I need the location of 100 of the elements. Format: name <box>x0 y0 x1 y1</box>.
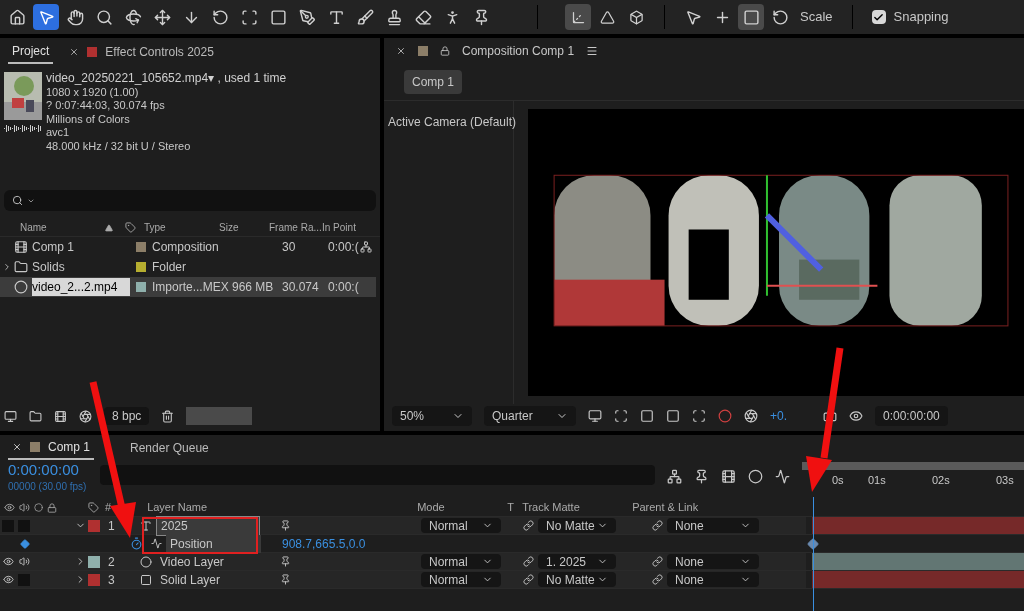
item-name: Solids <box>32 259 66 276</box>
matte-link-icon <box>523 556 534 567</box>
track-matte-dropdown[interactable]: No Matte <box>538 572 616 587</box>
menu-icon[interactable] <box>586 45 599 57</box>
timecode-field[interactable]: 0:00:00:00 <box>875 405 948 426</box>
search-icon <box>95 8 113 26</box>
column-header[interactable]: Type <box>140 220 219 235</box>
region-icon <box>692 408 706 423</box>
frame-info: 00000 (30.00 fps) <box>8 480 88 494</box>
square-icon <box>742 8 760 26</box>
axis-icon <box>570 9 586 25</box>
folder-icon <box>29 409 42 423</box>
column-header[interactable]: T <box>507 499 523 516</box>
item-type: Folder <box>152 259 187 276</box>
item-size: 966 MB <box>232 279 275 296</box>
resolution-dropdown[interactable]: Quarter <box>484 405 576 426</box>
panel-tab[interactable]: Render Queue <box>126 436 213 460</box>
search-field[interactable] <box>4 190 376 211</box>
rectangle-icon <box>269 8 287 26</box>
item-type: Importe...MEX <box>152 279 230 296</box>
project-row[interactable]: Solids Folder <box>0 257 376 277</box>
layer-name[interactable]: Solid Layer <box>156 570 260 589</box>
track-matte-dropdown[interactable]: 1. 2025 <box>538 554 616 569</box>
track-matte-dropdown[interactable]: No Matte <box>538 518 616 533</box>
column-header[interactable]: Parent & Link <box>632 499 763 516</box>
bit-depth-button[interactable]: 8 bpc <box>104 407 150 425</box>
item-name: video_2...2.mp4 <box>32 278 130 296</box>
column-header[interactable]: Name <box>0 220 105 235</box>
footage-info: avc1 <box>46 126 71 140</box>
parent-link-icon <box>652 556 663 567</box>
layer-number: 2 <box>107 553 116 571</box>
mode-dropdown[interactable]: Normal <box>421 518 501 533</box>
breadcrumb-button[interactable]: Comp 1 <box>404 70 463 94</box>
mode-dropdown[interactable]: Normal <box>421 572 501 587</box>
property-value[interactable]: 908.7,665.5,0.0 <box>282 534 366 553</box>
axis-icon <box>628 9 644 25</box>
footage-icon <box>140 555 152 568</box>
axis-mode-button[interactable] <box>565 4 591 30</box>
layer-name[interactable]: Video Layer <box>156 552 260 571</box>
pointer-icon <box>37 8 55 26</box>
footage-info: 1080 x 1920 (1.00) <box>46 85 140 99</box>
footage-info: Millions of Colors <box>46 112 131 126</box>
item-name: Comp 1 <box>32 239 76 256</box>
layer-search-field[interactable] <box>100 465 655 485</box>
snapping-checkbox[interactable] <box>871 10 886 24</box>
project-row[interactable]: Comp 1 Composition 30 0:00:( <box>0 237 376 257</box>
flowchart-icon <box>359 241 372 253</box>
text-icon <box>327 8 345 26</box>
panel-tab[interactable]: Project <box>8 40 54 64</box>
speaker-icon[interactable] <box>18 556 30 567</box>
column-header[interactable]: Size <box>219 220 269 235</box>
parent-dropdown[interactable]: None <box>667 518 759 533</box>
expand-icon <box>2 262 12 272</box>
snapshot-icon <box>849 408 863 423</box>
panel-tab[interactable]: Composition Comp 1 <box>462 42 575 60</box>
camera-label: Active Camera (Default) <box>388 115 517 129</box>
solid-icon <box>140 573 152 586</box>
footage-icon <box>14 280 28 294</box>
item-in-point: 0:00:( <box>328 239 359 256</box>
ruler-label: 0s <box>832 473 844 488</box>
magnification-dropdown[interactable]: 50% <box>392 405 472 426</box>
move-icon <box>153 8 171 26</box>
close-icon[interactable] <box>69 47 80 57</box>
footage-title: video_20250221_105652.mp4▾ , used 1 time <box>46 72 287 86</box>
eye-icon[interactable] <box>2 574 14 585</box>
ruler-label: 02s <box>932 473 950 488</box>
column-header[interactable]: # <box>105 499 112 516</box>
parent-dropdown[interactable]: None <box>667 554 759 569</box>
graph-icon <box>151 538 162 549</box>
eye-icon[interactable] <box>2 556 14 567</box>
item-in-point: 0:00:( <box>328 279 359 296</box>
check-icon <box>873 11 885 23</box>
current-time[interactable]: 0:00:00:00 <box>8 461 100 479</box>
channel-icon <box>718 408 732 423</box>
item-frame-rate: 30 <box>282 239 297 256</box>
column-header[interactable]: In Point <box>322 220 356 235</box>
project-row[interactable]: video_2...2.mp4 Importe...MEX 966 MB 30.074 0:00:( <box>0 277 376 297</box>
parent-dropdown[interactable]: None <box>667 572 759 587</box>
footage-info: 48.000 kHz / 32 bit U / Stereo <box>46 139 192 153</box>
solo-icon <box>34 503 43 512</box>
label-icon <box>125 222 136 233</box>
close-icon[interactable] <box>396 46 406 56</box>
matte-link-icon <box>523 520 534 531</box>
hand-icon <box>66 8 84 26</box>
close-icon[interactable] <box>12 442 22 452</box>
square-tool[interactable] <box>738 4 764 30</box>
panel-tab[interactable]: Effect Controls 2025 <box>65 40 218 64</box>
exposure-value[interactable]: +0. <box>770 406 787 425</box>
lock-icon <box>47 502 57 513</box>
footage-info: ? 0:07:44:03, 30.074 fps <box>46 99 166 113</box>
column-header[interactable]: Track Matte <box>522 499 633 516</box>
composition-icon <box>14 240 28 254</box>
column-header[interactable]: Frame Ra... <box>269 220 322 235</box>
pointer-tool[interactable] <box>33 4 59 30</box>
item-frame-rate: 30.074 <box>282 279 320 296</box>
panel-tab[interactable]: Comp 1 <box>8 436 95 460</box>
mode-dropdown[interactable]: Normal <box>421 554 501 569</box>
column-header[interactable]: Mode <box>417 499 508 516</box>
parent-link-icon <box>652 574 663 585</box>
column-header[interactable]: Layer Name <box>147 499 273 516</box>
